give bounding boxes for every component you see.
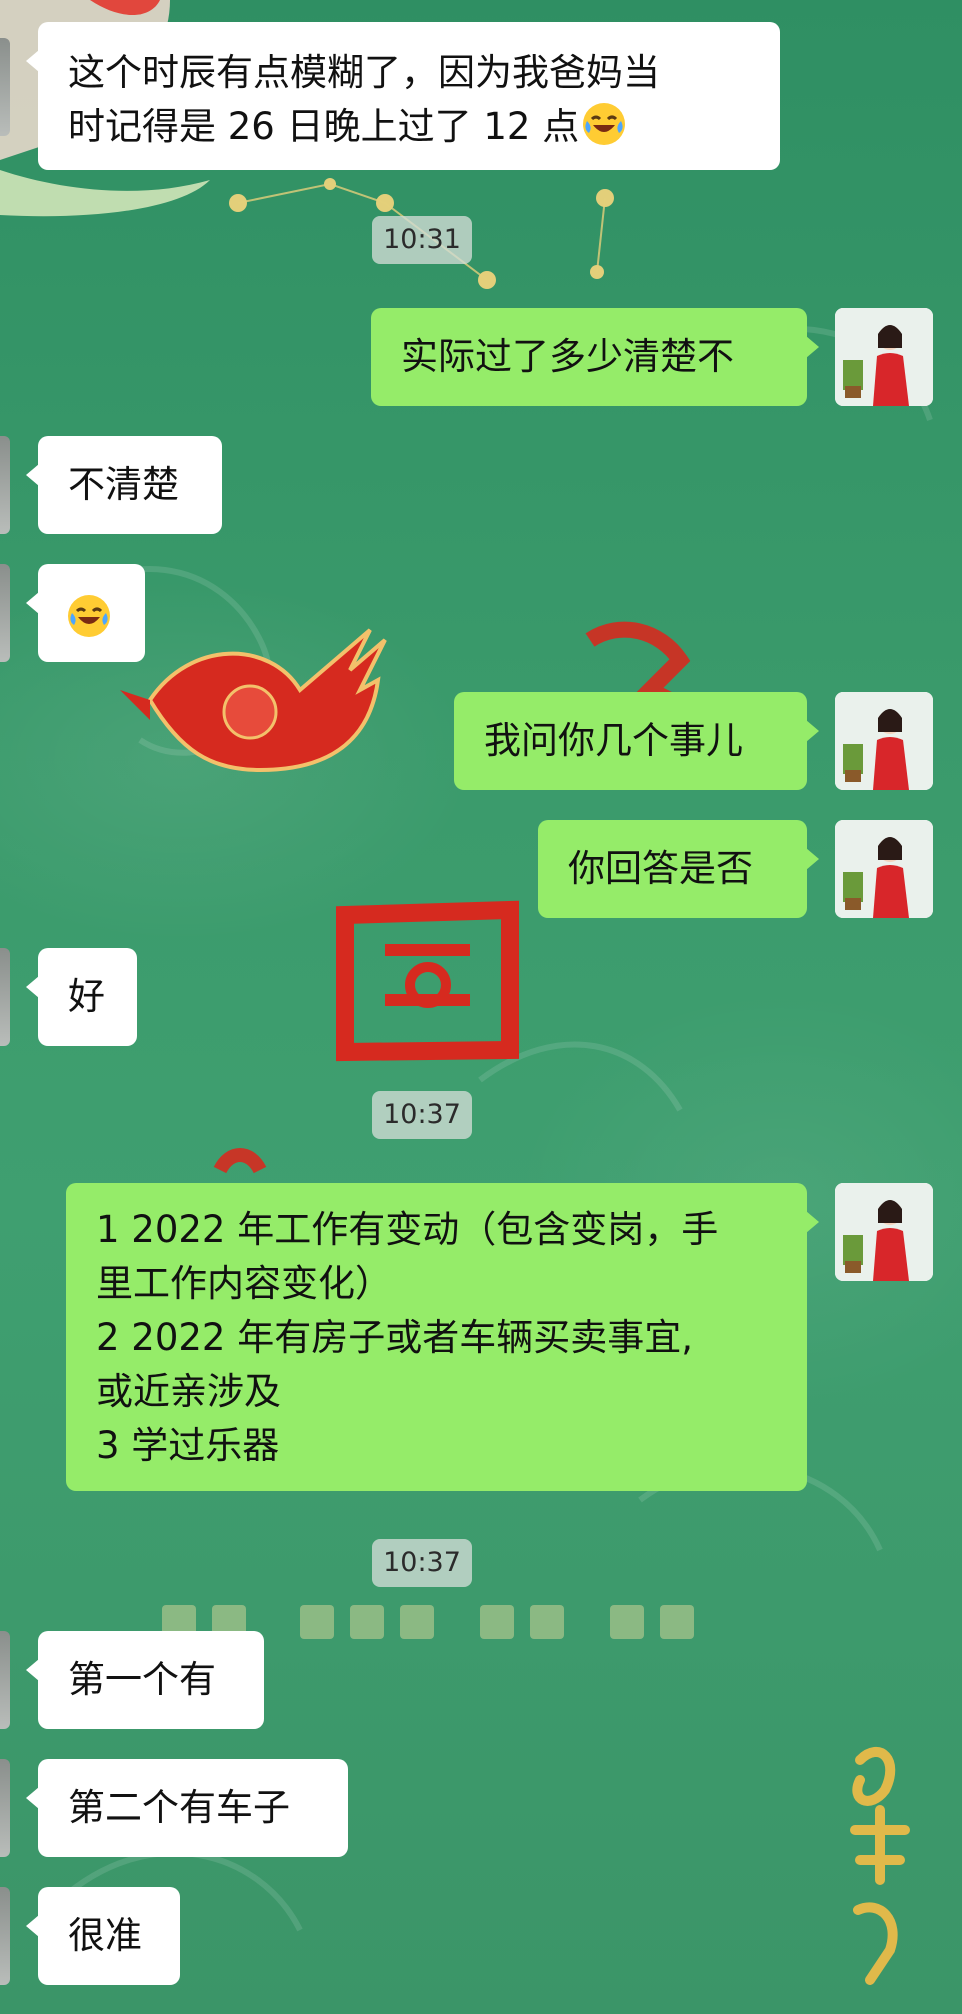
- message-bubble-incoming[interactable]: 第一个有: [26, 1631, 264, 1729]
- contact-avatar[interactable]: [0, 948, 10, 1046]
- message-text: 第二个有车子: [68, 1786, 290, 1829]
- message-bubble-incoming[interactable]: 不清楚: [26, 436, 222, 534]
- laughing-tears-emoji-icon: [583, 103, 626, 145]
- user-avatar[interactable]: [835, 820, 933, 918]
- message-text: 好: [68, 975, 105, 1018]
- user-avatar[interactable]: [835, 1183, 933, 1281]
- message-bubble-incoming[interactable]: 第二个有车子: [26, 1759, 348, 1857]
- message-text: 或近亲涉及: [96, 1370, 281, 1413]
- message-text: 时记得是 26 日晚上过了 12 点: [68, 105, 580, 148]
- contact-avatar[interactable]: [0, 564, 10, 662]
- message-text: 实际过了多少清楚不: [401, 335, 734, 378]
- message-text: 3 学过乐器: [96, 1424, 280, 1467]
- contact-avatar[interactable]: [0, 38, 10, 136]
- message-bubble-outgoing[interactable]: 我问你几个事儿: [454, 692, 819, 790]
- message-text: 我问你几个事儿: [484, 719, 743, 762]
- user-avatar[interactable]: [835, 692, 933, 790]
- timestamp: 10:37: [372, 1539, 472, 1587]
- message-text: 很准: [68, 1914, 142, 1957]
- message-bubble-incoming[interactable]: 好: [26, 948, 137, 1046]
- message-text: 1 2022 年工作有变动（包含变岗，手: [96, 1208, 719, 1251]
- contact-avatar[interactable]: [0, 1631, 10, 1729]
- message-text: 不清楚: [68, 463, 179, 506]
- message-bubble-incoming[interactable]: 这个时辰有点模糊了，因为我爸妈当 时记得是 26 日晚上过了 12 点: [26, 22, 780, 170]
- contact-avatar[interactable]: [0, 1887, 10, 1985]
- message-bubble-outgoing[interactable]: 实际过了多少清楚不: [371, 308, 819, 406]
- laughing-tears-emoji-icon: [68, 595, 110, 637]
- contact-avatar[interactable]: [0, 1759, 10, 1857]
- message-bubble-incoming[interactable]: 很准: [26, 1887, 180, 1985]
- timestamp: 10:31: [372, 216, 472, 264]
- message-text: 2 2022 年有房子或者车辆买卖事宜,: [96, 1316, 693, 1359]
- message-bubble-outgoing[interactable]: 1 2022 年工作有变动（包含变岗，手 里工作内容变化） 2 2022 年有房…: [66, 1183, 819, 1491]
- contact-avatar[interactable]: [0, 436, 10, 534]
- chat-background: 这个时辰有点模糊了，因为我爸妈当 时记得是 26 日晚上过了 12 点 10:3…: [0, 0, 962, 2014]
- user-avatar[interactable]: [835, 308, 933, 406]
- message-text: 这个时辰有点模糊了，因为我爸妈当: [68, 51, 660, 94]
- timestamp: 10:37: [372, 1091, 472, 1139]
- message-bubble-incoming[interactable]: [26, 564, 145, 662]
- message-text: 第一个有: [68, 1658, 216, 1701]
- message-text: 里工作内容变化）: [96, 1262, 392, 1305]
- message-text: 你回答是否: [568, 847, 753, 890]
- message-bubble-outgoing[interactable]: 你回答是否: [538, 820, 819, 918]
